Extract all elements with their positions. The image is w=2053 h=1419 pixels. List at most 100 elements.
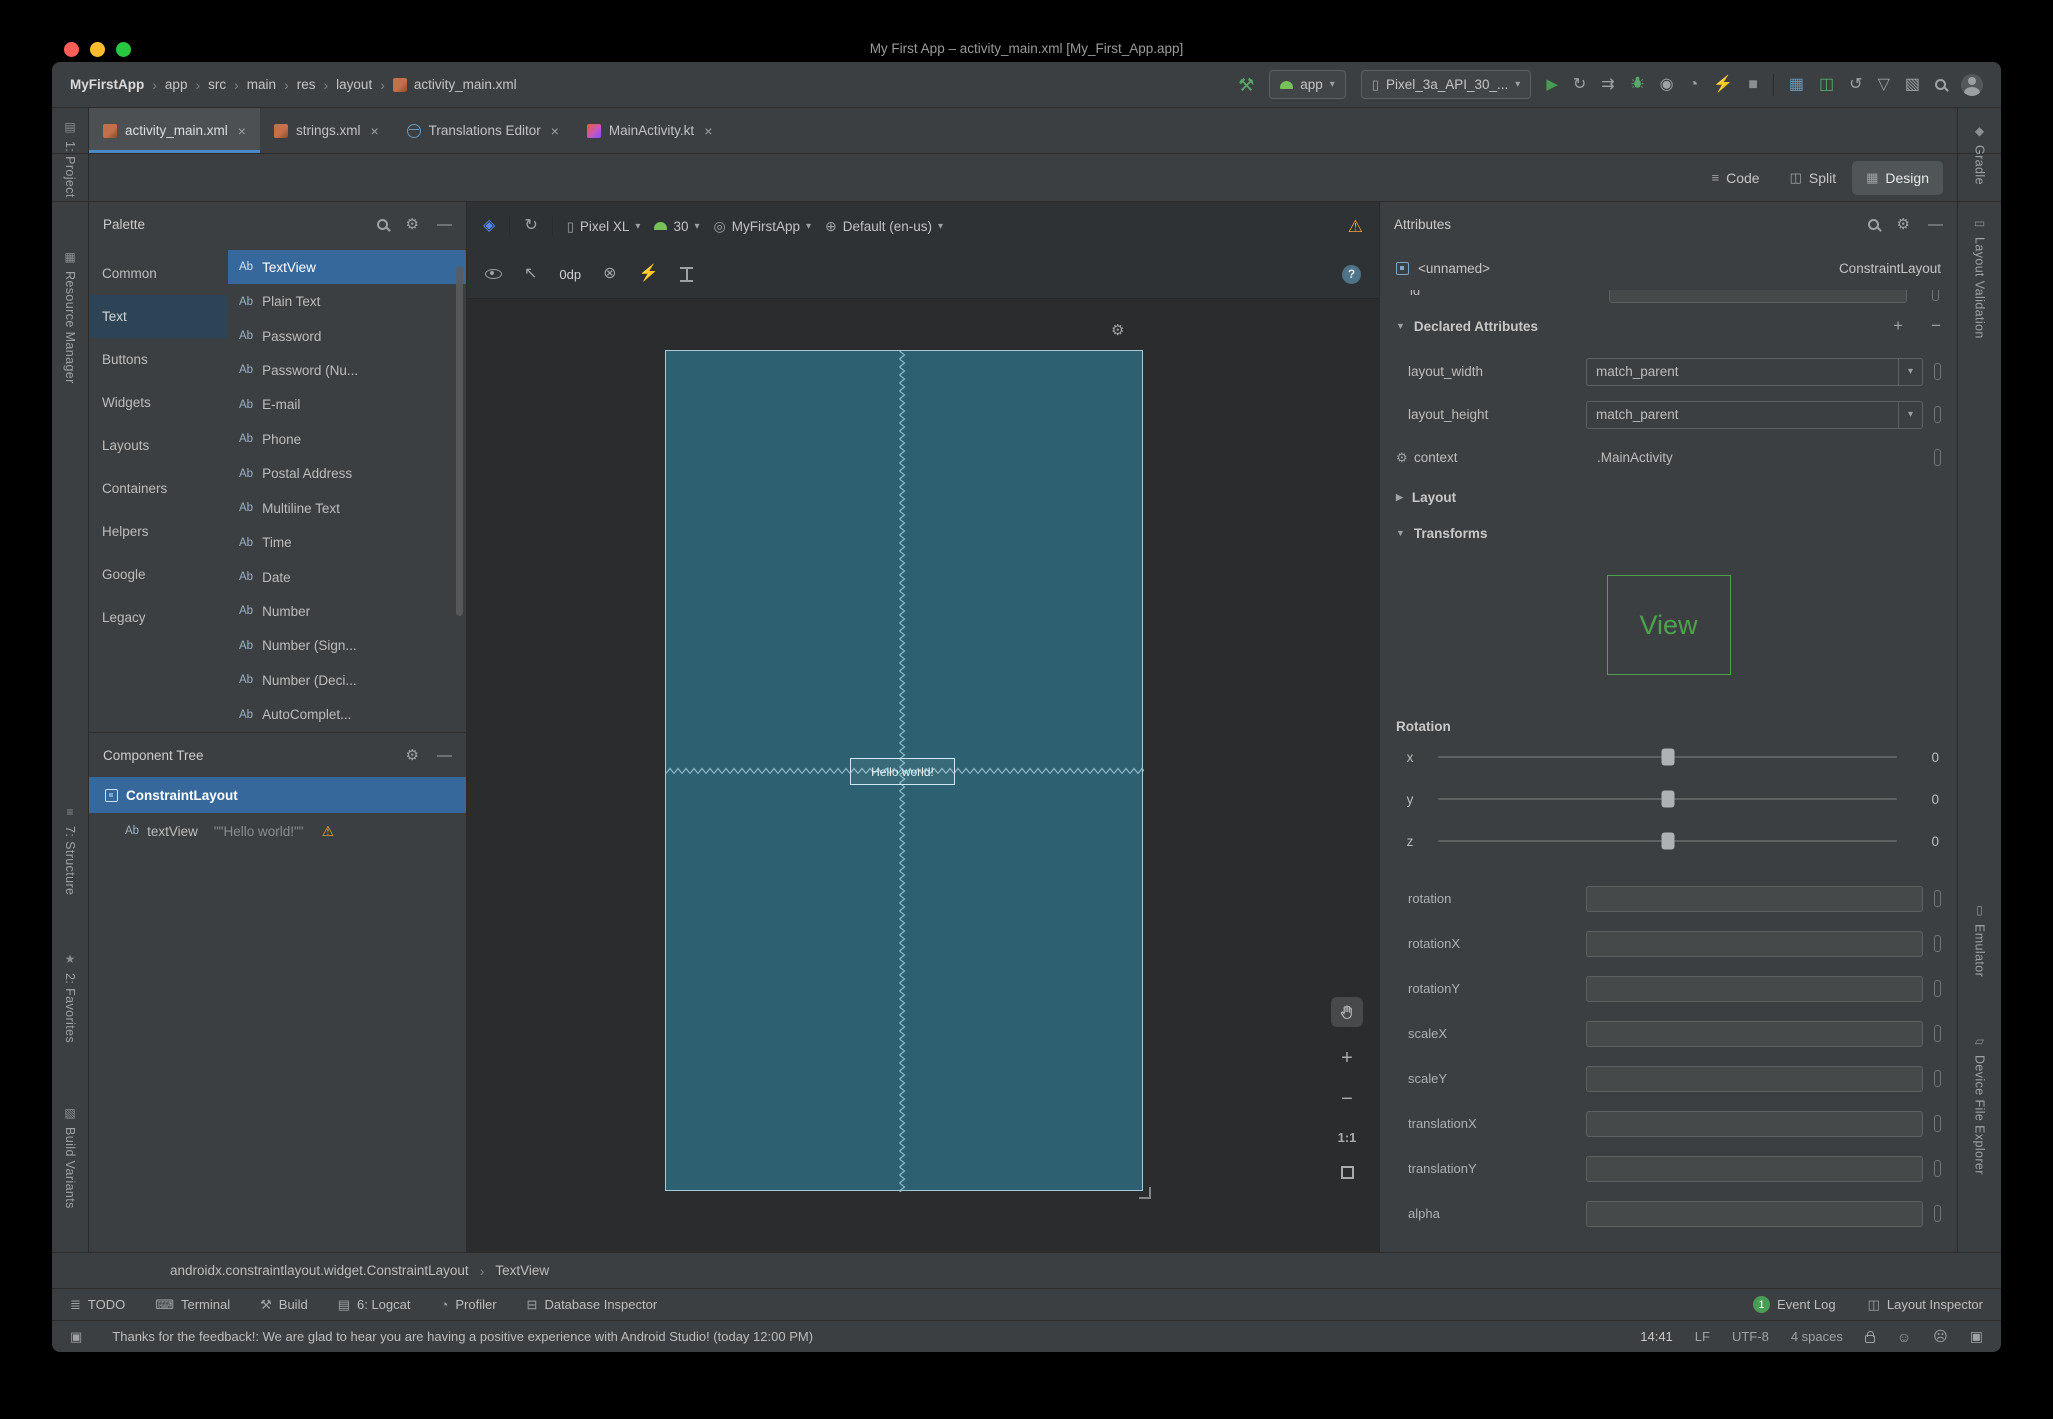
toolwindow-logcat[interactable]: ▤ 6: Logcat: [338, 1297, 411, 1313]
breadcrumb-textview[interactable]: TextView: [495, 1263, 549, 1278]
palette-item[interactable]: Ab Time: [228, 525, 466, 559]
mode-design-button[interactable]: ▦ Design: [1852, 160, 1943, 195]
sidebar-item-emulator[interactable]: ▯ Emulator: [1958, 903, 2001, 977]
palette-item[interactable]: Ab Date: [228, 560, 466, 594]
toolwindow-profiler[interactable]: ◔ Profiler: [441, 1297, 497, 1312]
mode-split-button[interactable]: ◫ Split: [1776, 161, 1851, 195]
textview-on-canvas[interactable]: Hello world!: [850, 758, 955, 785]
resource-picker-button[interactable]: [1934, 980, 1941, 997]
toolwindow-todo[interactable]: ≣ TODO: [70, 1297, 125, 1313]
breadcrumb-project[interactable]: MyFirstApp: [70, 77, 144, 92]
help-icon[interactable]: ?: [1342, 264, 1361, 284]
layers-icon[interactable]: ◈: [483, 218, 495, 234]
rotation-y-input[interactable]: [1586, 975, 1923, 1002]
palette-item[interactable]: Ab Plain Text: [228, 284, 466, 318]
slider-thumb[interactable]: [1661, 748, 1674, 766]
remove-attribute-button[interactable]: −: [1931, 316, 1941, 336]
alpha-input[interactable]: [1586, 1200, 1923, 1227]
device-select[interactable]: ▯ Pixel_3a_API_30_... ▾: [1360, 70, 1532, 99]
sidebar-item-device-file-explorer[interactable]: ▱ Device File Explorer: [1958, 1034, 2001, 1175]
locale-picker[interactable]: ⊕ Default (en-us) ▾: [825, 219, 943, 234]
resource-picker-button[interactable]: [1932, 290, 1939, 301]
transforms-section-header[interactable]: ▼ Transforms: [1380, 515, 1957, 551]
gear-icon[interactable]: ⚙: [1897, 215, 1910, 233]
palette-item-textview[interactable]: Ab TextView: [228, 250, 466, 285]
zoom-to-fit-button[interactable]: [1340, 1166, 1354, 1179]
orientation-icon[interactable]: ↻: [524, 218, 537, 234]
toolwindow-database-inspector[interactable]: ⊟ Database Inspector: [527, 1297, 658, 1313]
layout-section-header[interactable]: ▶ Layout: [1380, 479, 1957, 515]
view-options-eye-icon[interactable]: [485, 269, 502, 279]
logcat-monitor-icon[interactable]: ◫: [1819, 76, 1834, 93]
search-everywhere-icon[interactable]: [1935, 79, 1946, 90]
run-button[interactable]: ▶: [1546, 77, 1558, 92]
palette-item[interactable]: Ab Number: [228, 594, 466, 628]
apply-changes-icon[interactable]: ↻: [1573, 76, 1586, 93]
toolwindow-terminal[interactable]: ⌨ Terminal: [155, 1297, 230, 1313]
breadcrumb-res[interactable]: res: [297, 77, 316, 92]
palette-category-containers[interactable]: Containers: [89, 467, 228, 510]
layout-width-select[interactable]: match_parent ▾: [1586, 357, 1923, 386]
breadcrumb-app[interactable]: app: [165, 77, 188, 92]
close-icon[interactable]: ×: [551, 123, 559, 139]
close-icon[interactable]: ×: [704, 123, 712, 139]
tab-strings[interactable]: strings.xml ×: [260, 108, 393, 153]
default-margin-dropdown[interactable]: 0dp: [559, 267, 581, 282]
breadcrumb-file[interactable]: activity_main.xml: [414, 77, 517, 92]
resource-picker-button[interactable]: [1934, 1070, 1941, 1087]
palette-item[interactable]: Ab Phone: [228, 422, 466, 456]
rotation-z-slider[interactable]: [1438, 832, 1897, 850]
debug-icon[interactable]: [1630, 75, 1645, 94]
sidebar-item-structure[interactable]: ≡ 7: Structure: [52, 805, 88, 895]
palette-item[interactable]: Ab AutoComplet...: [228, 697, 466, 731]
infer-constraints-wand-icon[interactable]: ⚡: [639, 266, 659, 282]
breadcrumb-layout[interactable]: layout: [336, 77, 372, 92]
guideline-icon[interactable]: [680, 266, 694, 282]
scale-y-input[interactable]: [1586, 1065, 1923, 1092]
tree-row-constraintlayout[interactable]: ConstraintLayout: [89, 777, 466, 813]
minimize-panel-icon[interactable]: —: [437, 216, 452, 233]
resource-picker-button[interactable]: [1934, 1025, 1941, 1042]
sidebar-item-gradle[interactable]: ◆ Gradle: [1958, 124, 2001, 185]
palette-item[interactable]: Ab Number (Deci...: [228, 663, 466, 697]
minimize-panel-icon[interactable]: —: [437, 747, 452, 764]
theme-picker[interactable]: ◎ MyFirstApp ▾: [714, 219, 812, 234]
palette-category-buttons[interactable]: Buttons: [89, 338, 228, 381]
rotation-x-slider[interactable]: [1438, 748, 1897, 766]
toolwindow-switcher-icon[interactable]: ▣: [70, 1329, 82, 1345]
sidebar-item-resource-manager[interactable]: ▦ Resource Manager: [52, 250, 88, 384]
pointer-icon[interactable]: ↖: [524, 266, 537, 282]
zoom-100-button[interactable]: 1:1: [1338, 1130, 1357, 1145]
warning-icon[interactable]: ⚠: [1348, 218, 1363, 235]
line-separator-indicator[interactable]: LF: [1695, 1329, 1710, 1344]
palette-category-widgets[interactable]: Widgets: [89, 381, 228, 424]
device-blueprint[interactable]: Hello world!: [665, 350, 1144, 1192]
translation-x-input[interactable]: [1586, 1110, 1923, 1137]
project-structure-icon[interactable]: ▧: [1905, 76, 1920, 93]
pan-hand-button[interactable]: [1331, 997, 1363, 1027]
toolwindow-event-log[interactable]: 1 Event Log: [1753, 1296, 1836, 1313]
tab-activity-main[interactable]: activity_main.xml ×: [89, 108, 260, 153]
palette-item[interactable]: Ab Password: [228, 319, 466, 353]
palette-category-helpers[interactable]: Helpers: [89, 510, 228, 553]
attach-debugger-icon[interactable]: ◉: [1660, 76, 1674, 93]
zoom-out-button[interactable]: −: [1341, 1089, 1353, 1109]
tab-translations-editor[interactable]: Translations Editor ×: [393, 108, 573, 153]
warning-icon[interactable]: ⚠: [322, 823, 335, 840]
resource-picker-button[interactable]: [1934, 935, 1941, 952]
device-manager-icon[interactable]: ▦: [1789, 76, 1804, 93]
layout-canvas[interactable]: ⚙ Hello world! + − 1:1: [467, 299, 1379, 1252]
translation-y-input[interactable]: [1586, 1155, 1923, 1182]
toolwindow-build[interactable]: ⚒ Build: [260, 1297, 308, 1313]
slider-thumb[interactable]: [1661, 790, 1674, 808]
sidebar-item-build-variants[interactable]: ▧ Build Variants: [52, 1106, 88, 1209]
smiley-feedback-icon[interactable]: ☺: [1897, 1329, 1911, 1345]
canvas-resize-handle[interactable]: [1139, 1187, 1151, 1199]
palette-category-layouts[interactable]: Layouts: [89, 424, 228, 467]
palette-item[interactable]: Ab Multiline Text: [228, 491, 466, 525]
rotation-x-input[interactable]: [1586, 930, 1923, 957]
gear-icon[interactable]: ⚙: [406, 746, 419, 764]
palette-category-text[interactable]: Text: [89, 295, 228, 338]
search-icon[interactable]: [376, 218, 388, 230]
frown-feedback-icon[interactable]: ☹: [1933, 1328, 1948, 1345]
